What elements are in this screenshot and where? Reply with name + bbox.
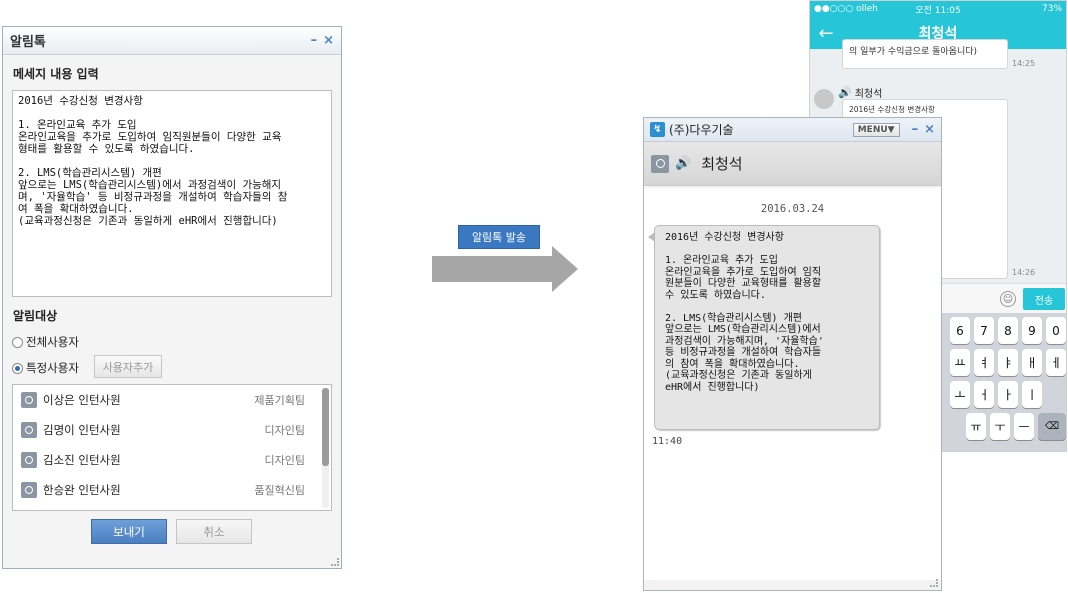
speaker-icon: 🔊 — [675, 156, 692, 171]
carrier-label: ●●○○○ olleh — [814, 4, 878, 14]
messenger-close-button[interactable]: × — [924, 122, 935, 137]
messenger-chat-header: 🔊 최청석 — [644, 142, 941, 186]
user-row[interactable]: 한승완 인턴사원 품질혁신팀 — [13, 475, 331, 505]
compose-titlebar: 알림톡 – × — [3, 27, 341, 55]
message-textarea[interactable]: 2016년 수강신청 변경사항 1. 온라인교육 추가 도입 온라인교육을 추가… — [12, 90, 332, 297]
user-dept: 디자인팀 — [264, 424, 305, 437]
messenger-titlebar: ↯ (주)다우기술 MENU▼ – × — [644, 118, 941, 142]
phone-bubble-time: 14:26 — [1012, 268, 1036, 277]
phone-sender-name: 최청석 — [854, 89, 883, 100]
message-label: 메세지 내용 입력 — [13, 67, 99, 81]
user-list[interactable]: 이상은 인턴사원 제품기획팀 김명이 인턴사원 디자인팀 김소진 인턴사원 디자… — [12, 384, 332, 511]
cancel-button[interactable]: 취소 — [176, 519, 252, 544]
compose-title: 알림톡 — [10, 35, 46, 50]
key[interactable]: ㅡ — [1014, 413, 1034, 440]
key[interactable]: ㅛ — [950, 349, 970, 376]
messenger-minimize-button[interactable]: – — [912, 122, 919, 137]
target-label: 알림대상 — [13, 309, 58, 323]
phone-prev-bubble: 의 일부가 수익금으로 돌아옵니다) — [842, 39, 1008, 69]
messenger-chat-body: 2016.03.24 2016년 수강신청 변경사항 1. 온라인교육 추가 도… — [644, 188, 941, 580]
chat-date: 2016.03.24 — [760, 203, 825, 215]
speaker-icon: 🔊 — [838, 86, 852, 99]
message-time: 11:40 — [652, 436, 683, 447]
phone-sender: 🔊 최청석 — [838, 85, 882, 100]
send-button[interactable]: 보내기 — [91, 519, 167, 544]
user-row[interactable]: 이상은 인턴사원 제품기획팀 — [13, 385, 331, 415]
key[interactable]: ㅣ — [1022, 381, 1042, 408]
menu-button[interactable]: MENU▼ — [852, 122, 900, 137]
camera-icon — [21, 392, 37, 408]
battery-label: 73% — [1042, 4, 1063, 14]
arrow-right-icon — [432, 246, 578, 292]
scrollbar-thumb[interactable] — [322, 388, 329, 466]
key[interactable]: 0 — [1046, 317, 1066, 344]
key[interactable]: ㅕ — [974, 349, 994, 376]
radio-all-users[interactable]: 전체사용자 — [12, 334, 79, 350]
camera-icon — [21, 452, 37, 468]
message-bubble: 2016년 수강신청 변경사항 1. 온라인교육 추가 도입 온라인교육을 추가… — [654, 225, 880, 430]
key[interactable]: ㅠ — [966, 413, 986, 440]
phone-avatar — [814, 89, 834, 109]
phone-time: 오전 11:05 — [915, 5, 961, 16]
user-dept: 디자인팀 — [264, 454, 305, 467]
camera-icon — [21, 482, 37, 498]
user-name: 김소진 인턴사원 — [43, 453, 121, 467]
key[interactable]: ㅐ — [1022, 349, 1042, 376]
key[interactable]: ㅓ — [974, 381, 994, 408]
messenger-contact-name: 최청석 — [701, 155, 743, 173]
camera-icon — [21, 422, 37, 438]
resize-grip-icon[interactable] — [930, 579, 938, 587]
close-button[interactable]: × — [323, 33, 334, 48]
messenger-org: (주)다우기술 — [669, 123, 734, 137]
user-name: 한승완 인턴사원 — [43, 483, 121, 497]
compose-window: 알림톡 – × 메세지 내용 입력 2016년 수강신청 변경사항 1. 온라인… — [2, 26, 342, 569]
key[interactable]: 6 — [950, 317, 970, 344]
key[interactable]: 7 — [974, 317, 994, 344]
radio-specific-indicator[interactable] — [12, 362, 23, 374]
key[interactable]: ㅔ — [1046, 349, 1066, 376]
camera-icon — [651, 154, 669, 173]
radio-all-label: 전체사용자 — [26, 335, 79, 349]
key[interactable]: ㅏ — [998, 381, 1018, 408]
radio-all-indicator[interactable] — [12, 336, 23, 348]
phone-status-bar: ●●○○○ olleh 오전 11:05 73% — [810, 1, 1066, 17]
user-row[interactable]: 김소진 인턴사원 디자인팀 — [13, 445, 331, 475]
key[interactable]: ㅑ — [998, 349, 1018, 376]
user-row[interactable]: 김명이 인턴사원 디자인팀 — [13, 415, 331, 445]
back-arrow-icon[interactable]: ← — [810, 23, 842, 44]
backspace-key[interactable]: ⌫ — [1038, 413, 1066, 440]
daou-logo-icon: ↯ — [650, 122, 665, 137]
user-name: 김명이 인턴사원 — [43, 423, 121, 437]
user-name: 이상은 인턴사원 — [43, 393, 121, 407]
key[interactable]: 9 — [1022, 317, 1042, 344]
messenger-window: ↯ (주)다우기술 MENU▼ – × 🔊 최청석 2016.03.24 201… — [643, 117, 942, 591]
emoji-icon[interactable]: ☺ — [1000, 291, 1016, 307]
key[interactable]: 8 — [998, 317, 1018, 344]
user-list-scrollbar[interactable] — [322, 388, 329, 508]
user-dept: 제품기획팀 — [254, 394, 305, 407]
phone-prev-time: 14:25 — [1012, 59, 1036, 68]
radio-specific-users[interactable]: 특정사용자 — [12, 360, 79, 376]
resize-grip-icon[interactable] — [331, 558, 339, 566]
user-dept: 품질혁신팀 — [254, 484, 305, 497]
phone-send-button[interactable]: 전송 — [1023, 288, 1065, 310]
minimize-button[interactable]: – — [311, 33, 318, 48]
radio-specific-label: 특정사용자 — [26, 361, 79, 375]
key[interactable]: ㅗ — [950, 381, 970, 408]
key[interactable]: ㅜ — [990, 413, 1010, 440]
add-user-button[interactable]: 사용자추가 — [94, 355, 162, 378]
